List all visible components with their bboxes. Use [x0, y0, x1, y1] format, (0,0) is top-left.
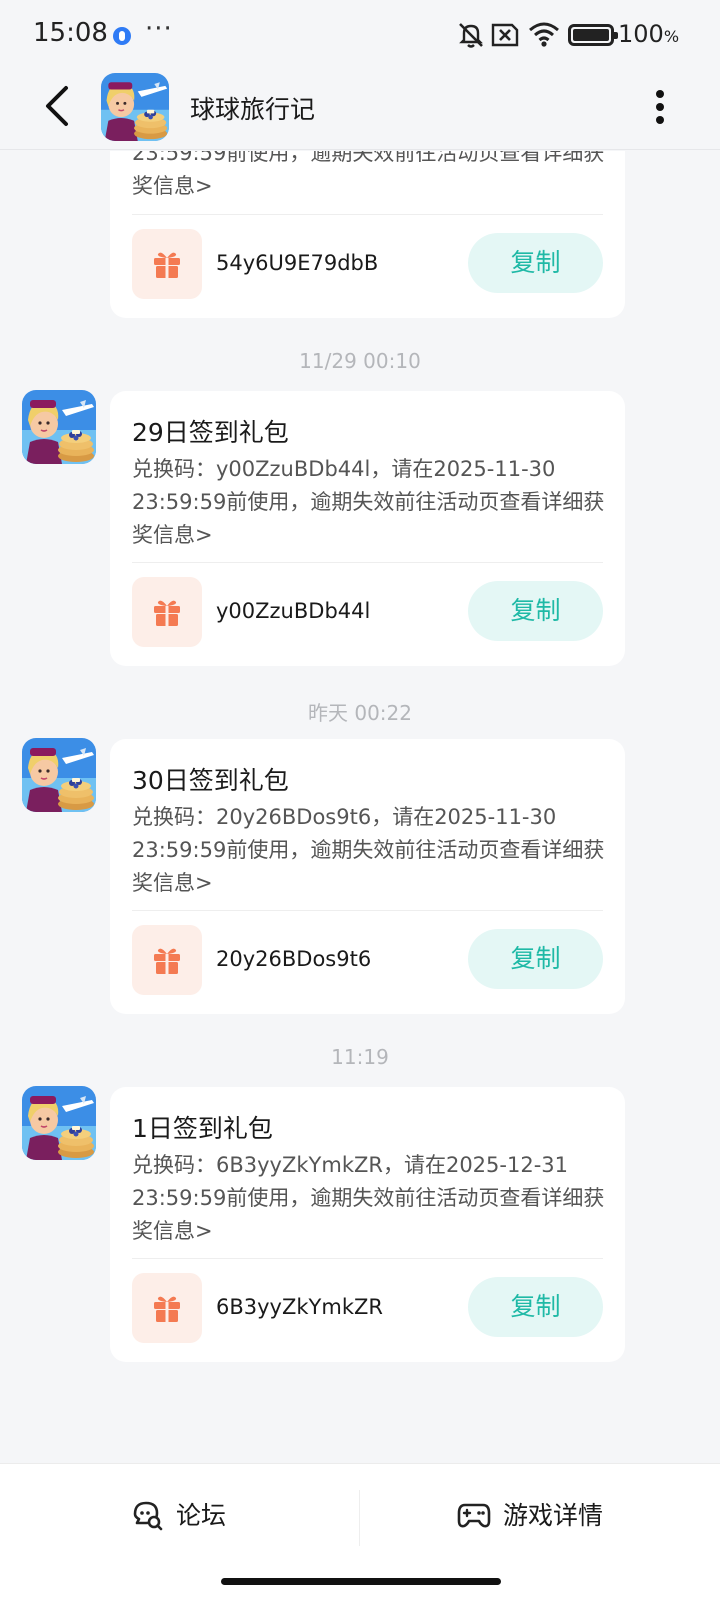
message-card: 29日签到礼包 兑换码：y00ZzuBDb44l，请在2025-11-30 23… [110, 391, 625, 666]
top-app-bar: 球球旅行记 [0, 70, 720, 150]
forum-label: 论坛 [176, 1501, 227, 1530]
gift-icon [132, 577, 202, 647]
forum-icon [133, 1501, 163, 1531]
redeem-code: 54y6U9E79dbB [216, 251, 379, 275]
battery-icon [568, 24, 618, 46]
tab-divider [359, 1490, 360, 1546]
message-card: 23:59:59前使用，逾期失效前往活动页查看详细获奖信息> 54y6U9E79… [110, 151, 625, 318]
gift-icon [132, 229, 202, 299]
message-card: 30日签到礼包 兑换码：20y26BDos9t6，请在2025-11-30 23… [110, 739, 625, 1014]
message-feed[interactable]: 23:59:59前使用，逾期失效前往活动页查看详细获奖信息> 54y6U9E79… [0, 151, 720, 1463]
copy-button[interactable]: 复制 [468, 233, 603, 293]
battery-level: 100% [618, 20, 680, 48]
redeem-code: 20y26BDos9t6 [216, 947, 372, 971]
message-description[interactable]: 兑换码：6B3yyZkYmkZR，请在2025-12-31 23:59:59前使… [132, 1149, 612, 1248]
message-description[interactable]: 兑换码：20y26BDos9t6，请在2025-11-30 23:59:59前使… [132, 801, 612, 900]
card-divider [132, 1258, 603, 1259]
message-title: 1日签到礼包 [132, 1114, 273, 1143]
card-divider [132, 214, 603, 215]
forum-tab[interactable]: 论坛 [0, 1464, 360, 1569]
back-arrow-icon[interactable] [38, 84, 78, 128]
mute-icon [459, 23, 483, 48]
redeem-code: y00ZzuBDb44l [216, 599, 371, 623]
copy-button[interactable]: 复制 [468, 581, 603, 641]
sender-avatar[interactable] [22, 1086, 96, 1160]
status-bar: 15:08 ··· 100% [0, 0, 720, 70]
message-title: 30日签到礼包 [132, 766, 289, 795]
copy-button[interactable]: 复制 [468, 929, 603, 989]
wifi-icon [529, 22, 559, 47]
sender-avatar[interactable] [22, 390, 96, 464]
status-time: 15:08 [33, 18, 108, 48]
page-title: 球球旅行记 [190, 95, 316, 124]
redeem-code: 6B3yyZkYmkZR [216, 1295, 383, 1319]
card-divider [132, 910, 603, 911]
message-timestamp: 昨天 00:22 [308, 701, 412, 725]
notification-app-icon [113, 27, 131, 45]
game-details-tab[interactable]: 游戏详情 [361, 1464, 720, 1569]
game-details-label: 游戏详情 [503, 1501, 604, 1530]
more-options-icon[interactable] [654, 90, 666, 124]
card-divider [132, 562, 603, 563]
sender-avatar[interactable] [22, 738, 96, 812]
home-indicator[interactable] [221, 1578, 501, 1585]
copy-button[interactable]: 复制 [468, 1277, 603, 1337]
no-sim-icon [491, 23, 519, 47]
gift-icon [132, 1273, 202, 1343]
message-title: 29日签到礼包 [132, 418, 289, 447]
message-card: 1日签到礼包 兑换码：6B3yyZkYmkZR，请在2025-12-31 23:… [110, 1087, 625, 1362]
gamepad-icon [457, 1503, 491, 1528]
message-description[interactable]: 兑换码：y00ZzuBDb44l，请在2025-11-30 23:59:59前使… [132, 453, 612, 552]
message-timestamp: 11/29 00:10 [299, 349, 421, 373]
gift-icon [132, 925, 202, 995]
game-avatar[interactable] [101, 73, 169, 141]
status-more-icon: ··· [145, 14, 173, 44]
message-description[interactable]: 23:59:59前使用，逾期失效前往活动页查看详细获奖信息> [132, 151, 612, 203]
message-timestamp: 11:19 [331, 1045, 389, 1069]
